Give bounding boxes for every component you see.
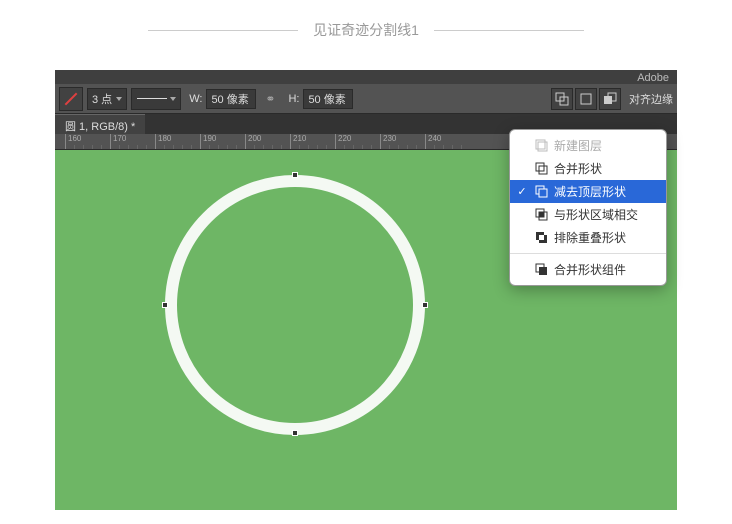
path-operations-group (551, 88, 621, 110)
subtract-shape-icon (534, 185, 548, 199)
align-edges-label: 对齐边缘 (629, 91, 673, 107)
chevron-down-icon (116, 97, 122, 101)
menu-label: 与形状区域相交 (554, 206, 638, 223)
app-window: Adobe 3 点 W: ⚭ H: 对齐边缘 圆 (55, 70, 677, 510)
width-input[interactable] (206, 89, 256, 109)
menu-label: 合并形状 (554, 160, 602, 177)
new-layer-icon (534, 139, 548, 153)
anchor-point-right[interactable] (422, 302, 428, 308)
stroke-width-value: 3 点 (92, 91, 112, 107)
divider-text: 见证奇迹分割线1 (313, 20, 419, 40)
check-icon: ✓ (516, 185, 528, 198)
app-name: Adobe (637, 72, 669, 84)
combine-shapes-icon (534, 162, 548, 176)
merge-components-icon (534, 263, 548, 277)
menu-item-exclude[interactable]: 排除重叠形状 (510, 226, 666, 249)
exclude-shapes-icon (534, 231, 548, 245)
height-input[interactable] (303, 89, 353, 109)
path-align-button[interactable] (575, 88, 597, 110)
solid-line-icon (137, 98, 167, 99)
divider-line-left (148, 30, 298, 31)
path-combine-button[interactable] (551, 88, 573, 110)
anchor-point-left[interactable] (162, 302, 168, 308)
menu-item-new-layer: 新建图层 (510, 134, 666, 157)
options-toolbar: 3 点 W: ⚭ H: 对齐边缘 (55, 84, 677, 114)
height-label: H: (288, 93, 299, 105)
stroke-width-select[interactable]: 3 点 (87, 88, 127, 110)
divider-line-right (434, 30, 584, 31)
menu-label: 新建图层 (554, 137, 602, 154)
chevron-down-icon (170, 97, 176, 101)
titlebar: Adobe (55, 70, 677, 84)
circle-shape[interactable] (165, 175, 425, 435)
path-arrange-button[interactable] (599, 88, 621, 110)
stroke-color-swatch[interactable] (59, 87, 83, 111)
menu-label: 合并形状组件 (554, 261, 626, 278)
intersect-shapes-icon (534, 208, 548, 222)
menu-item-combine[interactable]: 合并形状 (510, 157, 666, 180)
anchor-point-top[interactable] (292, 172, 298, 178)
width-label: W: (189, 93, 202, 105)
page-divider: 见证奇迹分割线1 (0, 0, 732, 70)
menu-item-merge-components[interactable]: 合并形状组件 (510, 258, 666, 281)
menu-item-subtract[interactable]: ✓ 减去顶层形状 (510, 180, 666, 203)
anchor-point-bottom[interactable] (292, 430, 298, 436)
menu-label: 减去顶层形状 (554, 183, 626, 200)
link-dimensions-icon[interactable]: ⚭ (260, 89, 280, 109)
menu-separator (510, 253, 666, 254)
menu-item-intersect[interactable]: 与形状区域相交 (510, 203, 666, 226)
document-tab[interactable]: 圆 1, RGB/8) * (55, 114, 145, 134)
stroke-style-select[interactable] (131, 88, 181, 110)
path-operations-menu: 新建图层 合并形状 ✓ 减去顶层形状 与形状区域相交 (509, 129, 667, 286)
menu-label: 排除重叠形状 (554, 229, 626, 246)
